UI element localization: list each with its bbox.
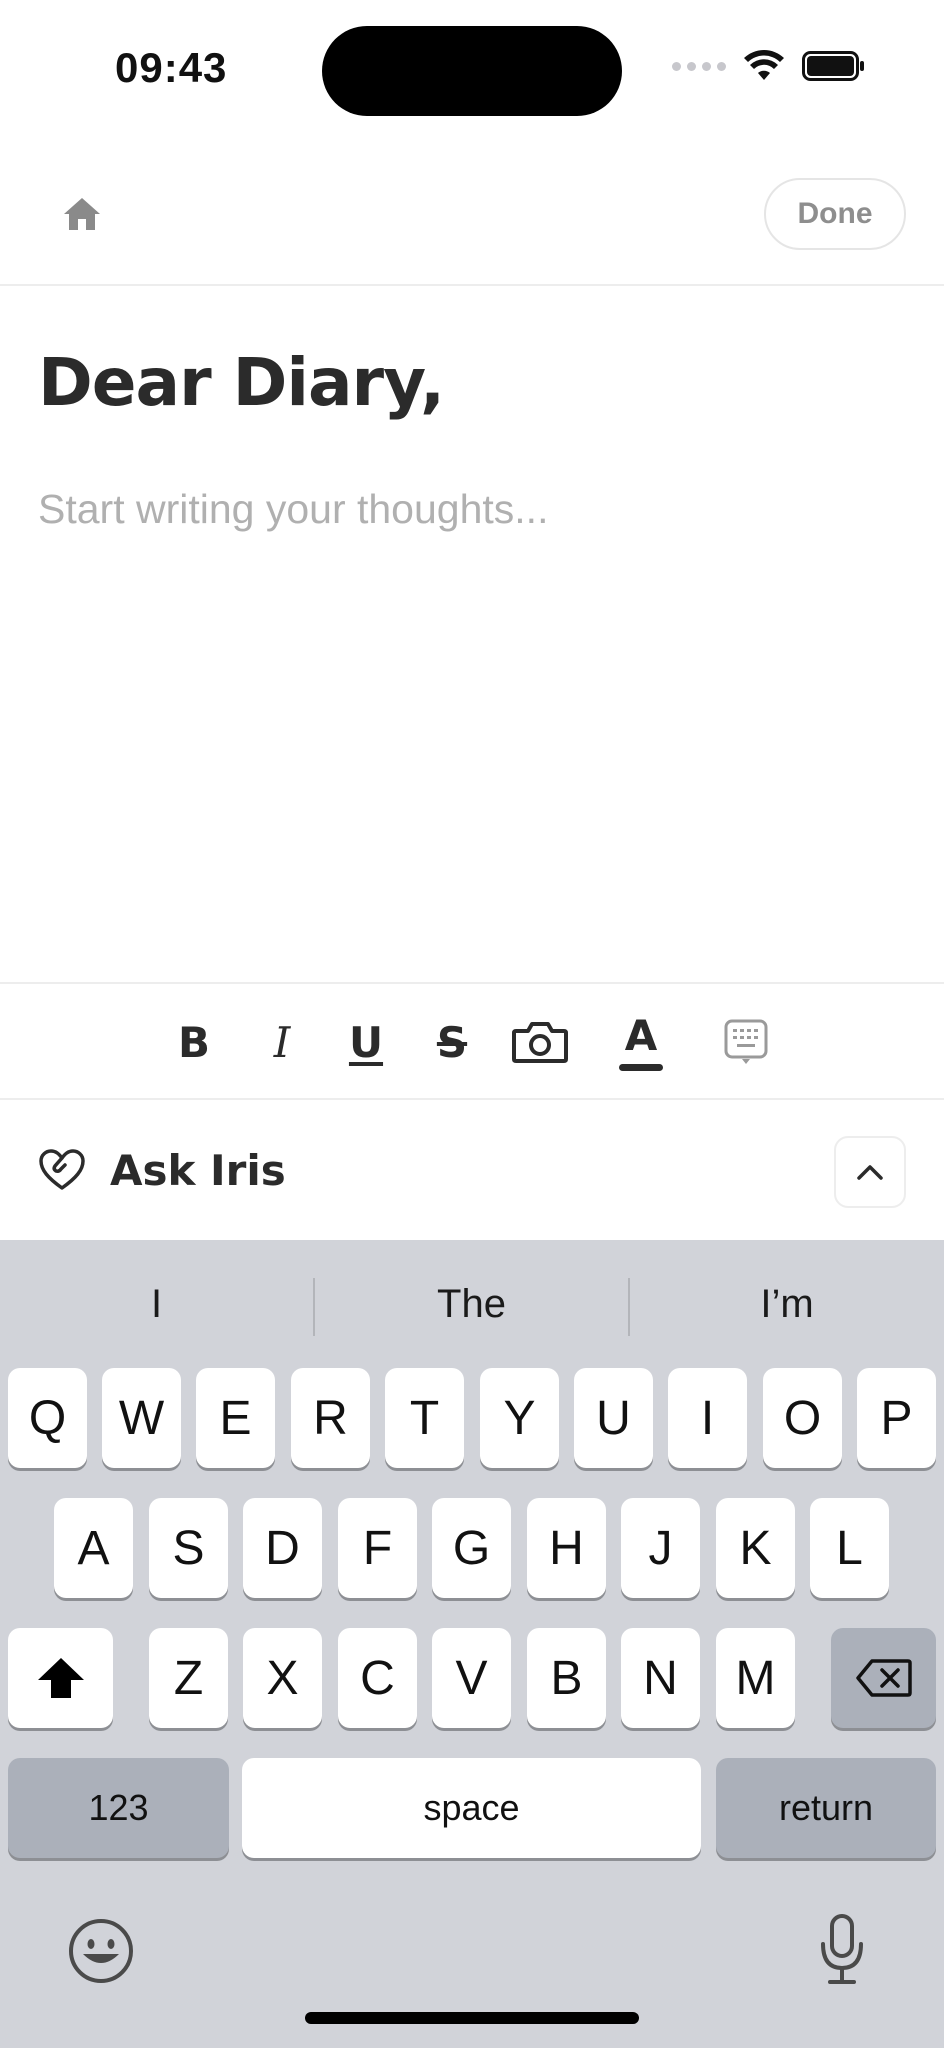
delete-icon bbox=[855, 1659, 912, 1697]
underline-label: U bbox=[348, 1017, 384, 1067]
camera-button[interactable] bbox=[510, 1004, 570, 1080]
key-v[interactable]: V bbox=[432, 1628, 511, 1728]
signal-icon bbox=[672, 61, 726, 71]
formatting-toolbar: B I U S A bbox=[0, 982, 944, 1100]
status-time: 09:43 bbox=[115, 44, 228, 91]
suggestion-item[interactable]: The bbox=[315, 1262, 628, 1346]
shift-icon bbox=[37, 1658, 84, 1698]
key-c[interactable]: C bbox=[338, 1628, 417, 1728]
suggestion-bar: I The I’m bbox=[0, 1262, 944, 1346]
shift-key[interactable] bbox=[8, 1628, 113, 1728]
suggestion-item[interactable]: I’m bbox=[630, 1262, 944, 1346]
key-e[interactable]: E bbox=[196, 1368, 275, 1468]
emoji-icon bbox=[69, 1919, 133, 1983]
key-s[interactable]: S bbox=[149, 1498, 228, 1598]
battery-icon bbox=[802, 51, 864, 81]
key-b[interactable]: B bbox=[527, 1628, 606, 1728]
key-o[interactable]: O bbox=[763, 1368, 842, 1468]
entry-title[interactable]: Dear Diary, bbox=[38, 344, 445, 421]
entry-body-input[interactable] bbox=[38, 486, 898, 986]
key-n[interactable]: N bbox=[621, 1628, 700, 1728]
key-z[interactable]: Z bbox=[149, 1628, 228, 1728]
bold-button[interactable]: B bbox=[172, 1004, 216, 1080]
wifi-icon bbox=[744, 50, 784, 80]
key-w[interactable]: W bbox=[102, 1368, 181, 1468]
emoji-button[interactable] bbox=[68, 1918, 134, 1989]
key-k[interactable]: K bbox=[716, 1498, 795, 1598]
status-icons bbox=[672, 50, 866, 82]
space-key[interactable]: space bbox=[242, 1758, 701, 1858]
key-x[interactable]: X bbox=[243, 1628, 322, 1728]
hide-keyboard-button[interactable] bbox=[722, 1004, 770, 1080]
ask-iris-expand-button[interactable] bbox=[834, 1136, 906, 1208]
underline-button[interactable]: U bbox=[344, 1004, 388, 1080]
key-d[interactable]: D bbox=[243, 1498, 322, 1598]
bold-label: B bbox=[177, 1017, 210, 1067]
dynamic-island bbox=[322, 26, 622, 116]
key-y[interactable]: Y bbox=[480, 1368, 559, 1468]
key-u[interactable]: U bbox=[574, 1368, 653, 1468]
status-bar: 09:43 bbox=[0, 0, 944, 140]
text-color-label: A bbox=[624, 1010, 658, 1060]
key-r[interactable]: R bbox=[291, 1368, 370, 1468]
key-g[interactable]: G bbox=[432, 1498, 511, 1598]
text-color-button[interactable]: A bbox=[616, 1004, 666, 1080]
home-icon bbox=[64, 198, 100, 230]
text-color-swatch bbox=[619, 1063, 663, 1071]
chevron-up-icon bbox=[857, 1165, 883, 1180]
editor-header: Done bbox=[0, 140, 944, 286]
home-button[interactable] bbox=[56, 190, 108, 238]
key-i[interactable]: I bbox=[668, 1368, 747, 1468]
key-l[interactable]: L bbox=[810, 1498, 889, 1598]
key-q[interactable]: Q bbox=[8, 1368, 87, 1468]
home-indicator bbox=[305, 2012, 639, 2024]
italic-button[interactable]: I bbox=[262, 1004, 302, 1080]
key-t[interactable]: T bbox=[385, 1368, 464, 1468]
key-f[interactable]: F bbox=[338, 1498, 417, 1598]
key-h[interactable]: H bbox=[527, 1498, 606, 1598]
delete-key[interactable] bbox=[831, 1628, 936, 1728]
strikethrough-label: S bbox=[436, 1017, 468, 1067]
camera-icon bbox=[512, 1022, 568, 1063]
strikethrough-button[interactable]: S bbox=[430, 1004, 474, 1080]
key-p[interactable]: P bbox=[857, 1368, 936, 1468]
keyboard-hide-icon bbox=[724, 1019, 768, 1064]
dictation-button[interactable] bbox=[818, 1914, 866, 1991]
key-m[interactable]: M bbox=[716, 1628, 795, 1728]
ask-iris-bar[interactable]: Ask Iris bbox=[0, 1100, 944, 1240]
keyboard: I The I’m Q W E R T Y U I O P A S D F G … bbox=[0, 1240, 944, 2048]
heart-hands-icon bbox=[39, 1149, 85, 1190]
suggestion-item[interactable]: I bbox=[0, 1262, 313, 1346]
key-j[interactable]: J bbox=[621, 1498, 700, 1598]
italic-label: I bbox=[273, 1017, 291, 1067]
microphone-icon bbox=[821, 1914, 863, 1984]
return-key[interactable]: return bbox=[716, 1758, 936, 1858]
key-a[interactable]: A bbox=[54, 1498, 133, 1598]
numbers-key[interactable]: 123 bbox=[8, 1758, 229, 1858]
ask-iris-label: Ask Iris bbox=[110, 1146, 286, 1195]
done-button[interactable]: Done bbox=[764, 178, 906, 250]
